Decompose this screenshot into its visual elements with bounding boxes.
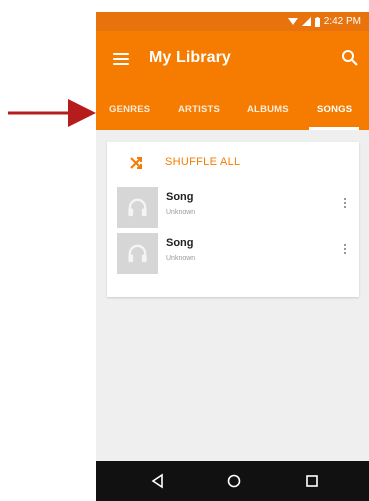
song-artist: Unknown <box>166 255 196 262</box>
annotation-arrow-icon <box>8 99 96 127</box>
tab-genres[interactable]: GENRES <box>109 104 150 115</box>
page-title: My Library <box>149 49 231 66</box>
headphones-icon <box>128 244 147 263</box>
song-title: Song <box>166 191 194 203</box>
menu-icon[interactable] <box>113 53 129 66</box>
status-time: 2:42 PM <box>323 16 361 27</box>
tab-albums[interactable]: ALBUMS <box>247 104 289 115</box>
home-icon[interactable] <box>226 473 242 489</box>
tab-active-indicator <box>309 127 359 130</box>
tab-artists[interactable]: ARTISTS <box>178 104 220 115</box>
headphones-icon <box>128 198 147 217</box>
shuffle-icon <box>130 157 142 169</box>
phone-screen: 2:42 PM My Library GENRES ARTISTS ALBUMS… <box>96 12 369 501</box>
tab-songs[interactable]: SONGS <box>317 104 352 115</box>
search-icon[interactable] <box>341 49 359 67</box>
app-bar: My Library <box>96 31 369 90</box>
wifi-icon <box>287 18 298 25</box>
more-options-icon[interactable] <box>343 244 347 258</box>
song-artist: Unknown <box>166 209 196 216</box>
system-nav-bar <box>96 461 369 501</box>
status-bar: 2:42 PM <box>96 12 369 31</box>
battery-icon <box>314 16 320 27</box>
signal-icon <box>301 17 311 26</box>
album-art <box>117 187 158 228</box>
shuffle-all-label: SHUFFLE ALL <box>165 156 241 168</box>
more-options-icon[interactable] <box>343 198 347 212</box>
tab-bar: GENRES ARTISTS ALBUMS SONGS <box>96 90 369 130</box>
song-list-card: SHUFFLE ALL Song Unknown Song Unknown <box>107 142 359 297</box>
back-icon[interactable] <box>150 473 166 489</box>
song-title: Song <box>166 237 194 249</box>
list-item[interactable]: Song Unknown <box>107 229 359 275</box>
list-item[interactable]: Song Unknown <box>107 183 359 229</box>
album-art <box>117 233 158 274</box>
recents-icon[interactable] <box>304 473 320 489</box>
shuffle-all-button[interactable]: SHUFFLE ALL <box>107 142 359 183</box>
